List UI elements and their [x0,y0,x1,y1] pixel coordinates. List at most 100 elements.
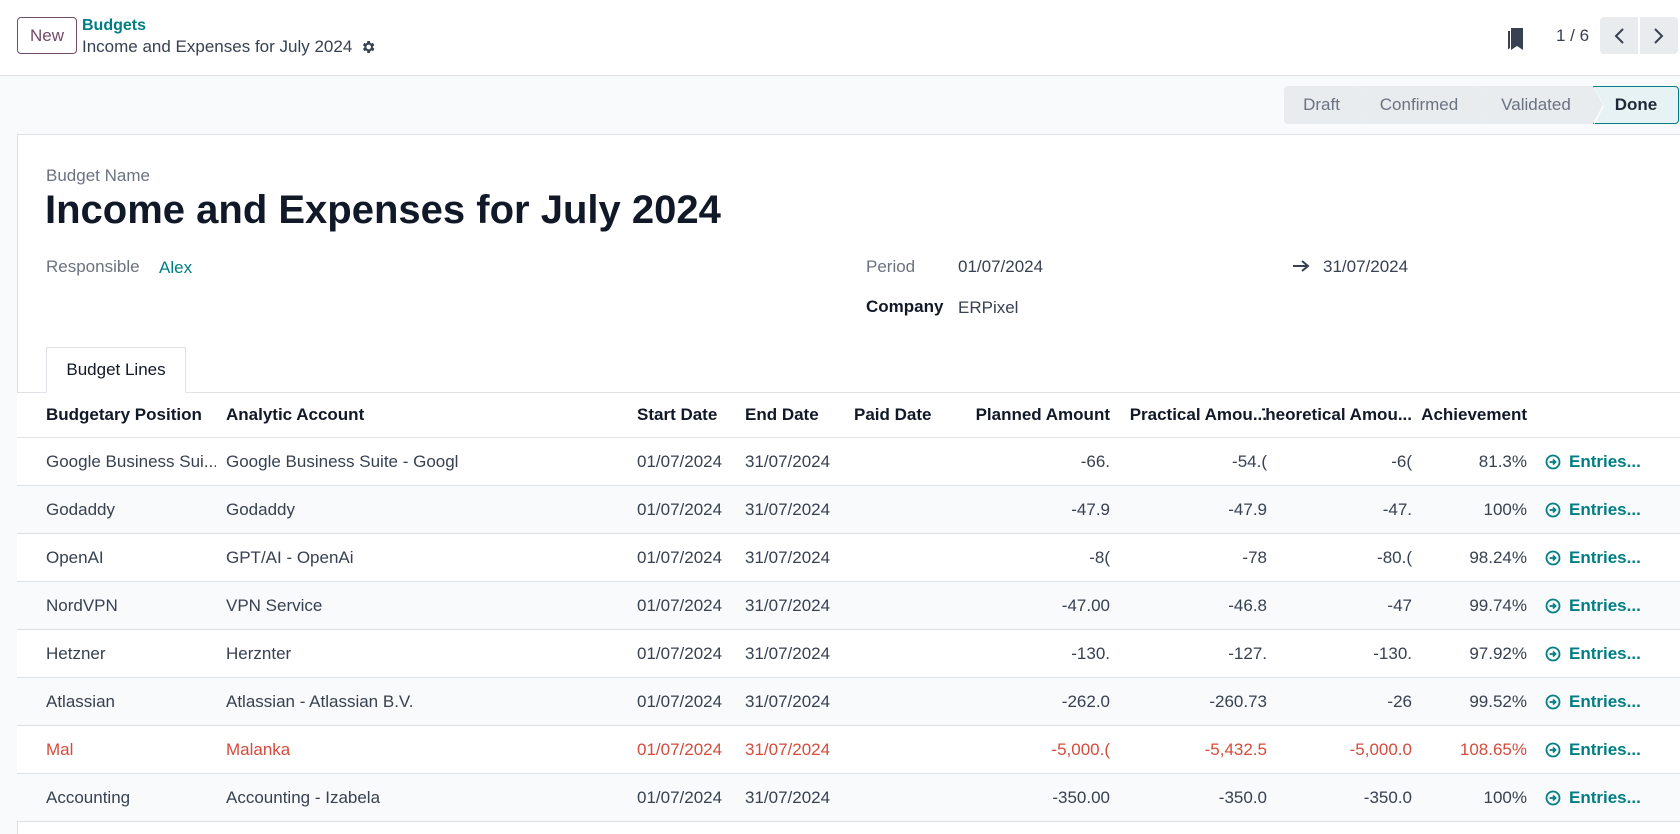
pager-next-button[interactable] [1640,17,1678,54]
table-header: Budgetary Position Analytic Account Star… [17,393,1680,438]
entries-button[interactable]: Entries... [1545,438,1675,485]
stage-validated[interactable]: Validated [1479,86,1603,124]
achievement-cell: 100% [1483,499,1527,519]
status-bar: Draft Confirmed Validated Done [1284,86,1679,125]
end-date-cell: 31/07/2024 [745,499,831,519]
planned-amount-cell: -8( [1089,547,1110,567]
budget-lines-table: Budgetary Position Analytic Account Star… [17,393,1680,822]
analytic-account-cell: Malanka [226,739,291,759]
budget-name-label: Budget Name [46,166,150,185]
table-row[interactable]: OpenAI GPT/AI - OpenAi 01/07/2024 31/07/202… [17,534,1680,582]
stage-confirmed[interactable]: Confirmed [1359,86,1489,124]
stage-done[interactable]: Done [1593,86,1679,125]
analytic-account-cell: Godaddy [226,499,295,519]
practical-amount-cell: -260.73 [1209,691,1267,711]
achievement-cell: 100% [1483,787,1527,807]
gear-icon[interactable] [360,39,376,55]
budgetary-position-cell: Hetzner [46,643,106,663]
budgetary-position-cell: Accounting [46,787,131,807]
theoretical-amount-cell: -350.0 [1363,787,1412,807]
entries-button[interactable]: Entries... [1545,582,1675,629]
responsible-field[interactable]: Alex [159,258,192,278]
entries-button[interactable]: Entries... [1545,534,1675,581]
header-analytic-account[interactable]: Analytic Account [226,393,626,437]
arrow-circle-right-icon [1545,550,1561,565]
paid-date-cell [854,438,954,485]
theoretical-amount-cell: -130. [1373,643,1412,663]
tab-budget-lines[interactable]: Budget Lines [46,347,186,393]
budget-name-field[interactable]: Income and Expenses for July 2024 [45,188,721,233]
analytic-account-cell: Accounting - Izabela [226,787,381,807]
budgetary-position-cell: OpenAI [46,547,104,567]
achievement-cell: 99.52% [1469,691,1527,711]
entries-label: Entries... [1569,691,1641,711]
pager-value[interactable]: 1 / 6 [1556,26,1589,46]
header-end-date[interactable]: End Date [745,393,845,437]
arrow-circle-right-icon [1545,694,1561,709]
entries-button[interactable]: Entries... [1545,630,1675,677]
paid-date-cell [854,678,954,725]
budgetary-position-cell: NordVPN [46,595,118,615]
responsible-label: Responsible [46,257,140,276]
table-row[interactable]: Mal Malanka 01/07/2024 31/07/2024 -5,000.(-5… [17,726,1680,774]
pager-previous-button[interactable] [1600,17,1638,54]
planned-amount-cell: -350.00 [1052,787,1110,807]
start-date-cell: 01/07/2024 [637,451,723,471]
end-date-cell: 31/07/2024 [745,739,831,759]
table-row[interactable]: NordVPN VPN Service 01/07/2024 31/07/2024 -4… [17,582,1680,630]
breadcrumb-current: Income and Expenses for July 2024 [82,37,376,57]
bookmark-icon[interactable] [1505,26,1527,52]
end-date-cell: 31/07/2024 [745,451,831,471]
entries-label: Entries... [1569,547,1641,567]
table-row[interactable]: Hetzner Herznter 01/07/2024 31/07/2024 -130.… [17,630,1680,678]
start-date-cell: 01/07/2024 [637,787,723,807]
entries-button[interactable]: Entries... [1545,486,1675,533]
breadcrumb-current-label: Income and Expenses for July 2024 [82,37,353,56]
entries-button[interactable]: Entries... [1545,678,1675,725]
budgetary-position-cell: Google Business Sui... [46,451,216,471]
planned-amount-cell: -47.9 [1071,499,1110,519]
practical-amount-cell: -78 [1242,547,1267,567]
header-achievement[interactable]: Achievement [1417,393,1527,437]
entries-button[interactable]: Entries... [1545,726,1675,773]
start-date-cell: 01/07/2024 [637,595,723,615]
new-button[interactable]: New [17,17,77,54]
arrow-right-icon [1293,260,1310,272]
theoretical-amount-cell: -6( [1391,451,1412,471]
achievement-cell: 98.24% [1469,547,1527,567]
header-practical-amount[interactable]: Practical Amou... [1117,393,1267,437]
arrow-circle-right-icon [1545,742,1561,757]
table-row[interactable]: Godaddy Godaddy 01/07/2024 31/07/2024 -47.9 -… [17,486,1680,534]
achievement-cell: 99.74% [1469,595,1527,615]
start-date-cell: 01/07/2024 [637,691,723,711]
achievement-cell: 108.65% [1459,739,1527,759]
period-start-field[interactable]: 01/07/2024 [958,257,1043,277]
breadcrumb-parent[interactable]: Budgets [82,17,146,35]
entries-label: Entries... [1569,739,1641,759]
company-field[interactable]: ERPixel [958,298,1018,318]
table-row[interactable]: Accounting Accounting - Izabela 01/07/2024… [17,774,1680,822]
end-date-cell: 31/07/2024 [745,787,831,807]
table-row[interactable]: Atlassian Atlassian - Atlassian B.V. 01/07… [17,678,1680,726]
analytic-account-cell: VPN Service [226,595,323,615]
start-date-cell: 01/07/2024 [637,499,723,519]
header-paid-date[interactable]: Paid Date [854,393,954,437]
paid-date-cell [854,486,954,533]
header-planned-amount[interactable]: Planned Amount [965,393,1110,437]
analytic-account-cell: GPT/AI - OpenAi [226,547,354,567]
arrow-circle-right-icon [1545,790,1561,805]
period-end-field[interactable]: 31/07/2024 [1323,257,1408,277]
header-budgetary-position[interactable]: Budgetary Position [46,393,216,437]
control-panel: New Budgets Income and Expenses for July… [0,0,1680,76]
stage-draft[interactable]: Draft [1284,86,1369,124]
paid-date-cell [854,534,954,581]
header-theoretical-amount[interactable]: Theoretical Amou... [1262,393,1412,437]
header-start-date[interactable]: Start Date [637,393,737,437]
practical-amount-cell: -350.0 [1218,787,1267,807]
entries-button[interactable]: Entries... [1545,774,1675,821]
period-label: Period [866,257,916,276]
paid-date-cell [854,774,954,821]
entries-label: Entries... [1569,451,1641,471]
planned-amount-cell: -130. [1071,643,1110,663]
table-row[interactable]: Google Business Sui... Google Business Su… [17,438,1680,486]
